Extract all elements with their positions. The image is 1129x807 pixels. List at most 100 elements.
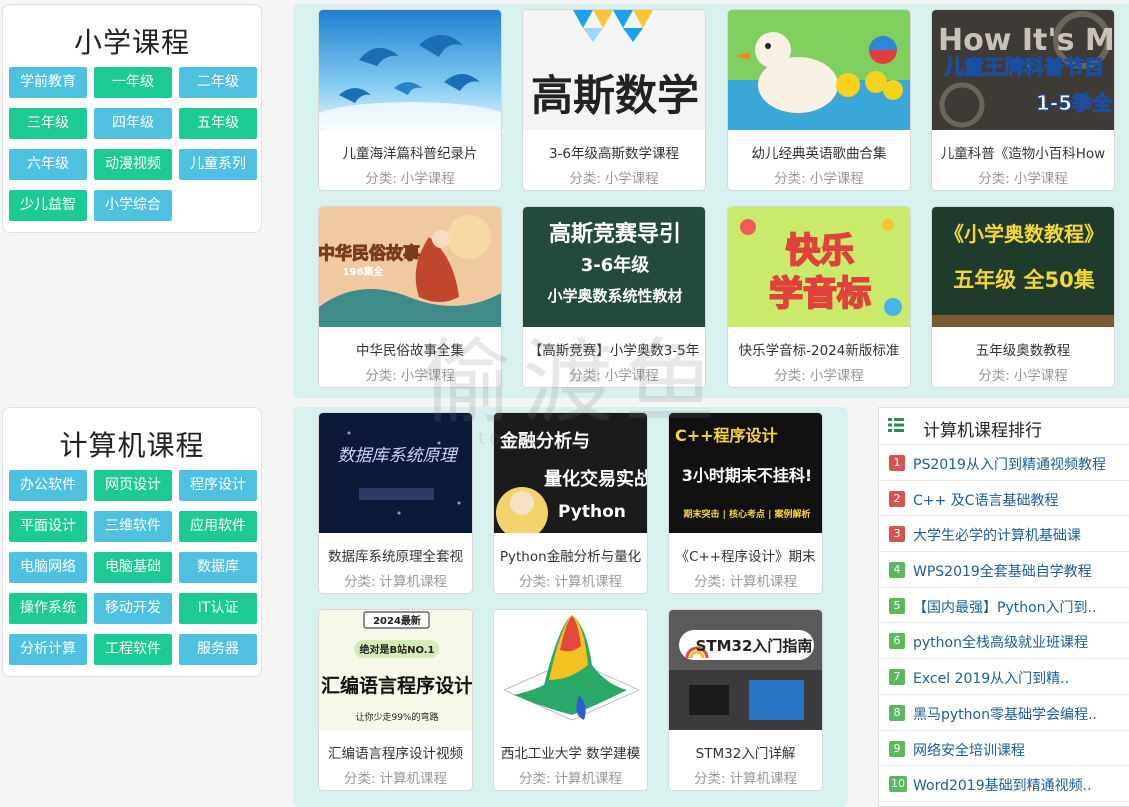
course-title: 3-6年级高斯数学课程: [548, 146, 680, 162]
thumbnail-text: C++程序设计: [675, 426, 778, 445]
ranking-item[interactable]: 6 python全栈高级就业班课程: [879, 623, 1129, 660]
course-card[interactable]: 西北工业大学 数学建模 分类: 计算机课程: [493, 609, 648, 791]
tag-office-software[interactable]: 办公软件: [9, 470, 87, 501]
rank-number: 10: [889, 776, 907, 793]
course-thumbnail: [319, 10, 501, 130]
rank-number: 4: [889, 562, 905, 579]
thumbnail-text: How It's Made: [938, 23, 1114, 58]
rank-link[interactable]: 网络安全培训课程: [913, 740, 1129, 760]
course-card[interactable]: How It's Made 儿童王牌科普节目 1-5季全 儿童科普《造物小百科H…: [931, 9, 1115, 191]
tag-graphic-design[interactable]: 平面设计: [9, 511, 87, 542]
rank-number: 5: [889, 597, 905, 614]
ranking-item[interactable]: 3 大学生必学的计算机基础课: [879, 516, 1129, 553]
course-card[interactable]: 金融分析与 量化交易实战 Python Python金融分析与量化 分类: 计算机…: [493, 412, 648, 594]
rank-number: 9: [889, 740, 905, 757]
course-thumbnail: C++程序设计 3小时期末不挂科! 期末突击 | 核心考点 | 案例解析: [669, 413, 822, 533]
thumbnail-text: 快乐: [786, 231, 854, 271]
tag-3d-software[interactable]: 三维软件: [94, 511, 172, 542]
tag-children-series[interactable]: 儿童系列: [179, 149, 257, 180]
course-title: 儿童海洋篇科普纪录片: [342, 146, 478, 162]
course-card[interactable]: 《小学奥数教程》 五年级 全50集 五年级奥数教程 分类: 小学课程: [931, 206, 1115, 388]
ranking-item[interactable]: 2 C++ 及C语言基础教程: [879, 481, 1129, 517]
tag-anime-video[interactable]: 动漫视频: [94, 149, 172, 180]
ranking-item[interactable]: 5 【国内最强】Python入门到..: [879, 588, 1129, 624]
course-thumbnail: How It's Made 儿童王牌科普节目 1-5季全: [932, 10, 1114, 130]
course-thumbnail: [494, 610, 647, 730]
tag-operating-system[interactable]: 操作系统: [9, 593, 87, 624]
primary-tag-grid: 学前教育 一年级 二年级 三年级 四年级 五年级 六年级 动漫视频 儿童系列 少…: [3, 67, 261, 233]
course-category: 分类: 计算机课程: [343, 771, 448, 787]
course-card[interactable]: 高斯竞赛导引 3-6年级 小学奥数系统性教材 【高斯竞赛】小学奥数3-5年 分类…: [522, 206, 706, 388]
course-category: 分类: 小学课程: [365, 171, 455, 187]
ranking-title: 计算机课程排行: [923, 421, 1042, 441]
course-thumbnail: [728, 10, 910, 130]
course-card[interactable]: 2024最新 绝对是B站NO.1 汇编语言程序设计 让你少走99%的弯路 汇编语…: [318, 609, 473, 791]
rank-link[interactable]: Excel 2019从入门到精..: [913, 668, 1129, 688]
list-icon: [888, 418, 904, 432]
rank-link[interactable]: PS2019从入门到精通视频教程: [913, 454, 1129, 474]
rank-link[interactable]: C++ 及C语言基础教程: [913, 490, 1129, 510]
tag-applications[interactable]: 应用软件: [179, 511, 257, 542]
ranking-item[interactable]: 4 WPS2019全套基础自学教程: [879, 552, 1129, 588]
tag-programming[interactable]: 程序设计: [179, 470, 257, 501]
tag-grade-1[interactable]: 一年级: [94, 67, 172, 98]
rank-link[interactable]: WPS2019全套基础自学教程: [913, 561, 1129, 581]
rank-link[interactable]: python全栈高级就业班课程: [913, 632, 1129, 652]
course-category: 分类: 计算机课程: [693, 574, 798, 590]
tag-analysis-computing[interactable]: 分析计算: [9, 634, 87, 665]
course-title: 幼儿经典英语歌曲合集: [751, 146, 887, 162]
thumbnail-text: 2024最新: [373, 614, 421, 627]
tag-it-certification[interactable]: IT认证: [179, 593, 257, 624]
rank-number: 6: [889, 633, 905, 650]
course-title: 五年级奥数教程: [975, 343, 1071, 359]
course-title: 汇编语言程序设计视频: [328, 746, 463, 762]
course-card[interactable]: C++程序设计 3小时期末不挂科! 期末突击 | 核心考点 | 案例解析 《C+…: [668, 412, 823, 594]
thumbnail-text: 让你少走99%的弯路: [355, 711, 438, 723]
course-title: 西北工业大学 数学建模: [500, 746, 641, 762]
course-card[interactable]: 数据库系统原理 数据库系统原理全套视 分类: 计算机课程: [318, 412, 473, 594]
course-card[interactable]: 中华民俗故事 196集全 中华民俗故事全集 分类: 小学课程: [318, 206, 502, 388]
ranking-item[interactable]: 8 黑马python零基础学会编程..: [879, 695, 1129, 731]
course-card[interactable]: 高斯数学 3-6年级高斯数学课程 分类: 小学课程: [522, 9, 706, 191]
rank-link[interactable]: Word2019基础到精通视频..: [913, 775, 1129, 795]
ranking-item[interactable]: 7 Excel 2019从入门到精..: [879, 659, 1129, 695]
course-thumbnail: 数据库系统原理: [319, 413, 472, 533]
course-card[interactable]: 儿童海洋篇科普纪录片 分类: 小学课程: [318, 9, 502, 191]
course-thumbnail: STM32入门指南: [669, 610, 822, 730]
thumbnail-text: 绝对是B站NO.1: [359, 643, 434, 656]
tag-grade-2[interactable]: 二年级: [179, 67, 257, 98]
rank-link[interactable]: 大学生必学的计算机基础课: [913, 525, 1129, 545]
tag-database[interactable]: 数据库: [179, 552, 257, 583]
tag-engineering-software[interactable]: 工程软件: [94, 634, 172, 665]
ranking-item[interactable]: 1 PS2019从入门到精通视频教程: [879, 445, 1129, 481]
tag-grade-6[interactable]: 六年级: [9, 149, 87, 180]
tag-preschool[interactable]: 学前教育: [9, 67, 87, 98]
thumbnail-text: STM32入门指南: [696, 637, 813, 655]
course-thumbnail: 高斯数学: [523, 10, 705, 130]
computer-tag-grid: 办公软件 网页设计 程序设计 平面设计 三维软件 应用软件 电脑网络 电脑基础 …: [3, 470, 261, 677]
computer-ranking-panel: 计算机课程排行 1 PS2019从入门到精通视频教程 2 C++ 及C语言基础教程 …: [878, 407, 1129, 807]
course-card[interactable]: STM32入门指南 STM32入门详解 分类: 计算机课程: [668, 609, 823, 791]
tag-primary-general[interactable]: 小学综合: [94, 190, 172, 221]
tag-grade-3[interactable]: 三年级: [9, 108, 87, 139]
course-card[interactable]: 幼儿经典英语歌曲合集 分类: 小学课程: [727, 9, 911, 191]
tag-computer-basics[interactable]: 电脑基础: [94, 552, 172, 583]
course-category: 分类: 小学课程: [569, 171, 659, 187]
tag-web-design[interactable]: 网页设计: [94, 470, 172, 501]
tag-grade-4[interactable]: 四年级: [94, 108, 172, 139]
tag-server[interactable]: 服务器: [179, 634, 257, 665]
course-category: 分类: 计算机课程: [518, 771, 623, 787]
tag-mobile-dev[interactable]: 移动开发: [94, 593, 172, 624]
thumbnail-text: Python: [558, 502, 626, 522]
course-category: 分类: 小学课程: [978, 368, 1068, 384]
course-title: 中华民俗故事全集: [356, 343, 464, 359]
ranking-item[interactable]: 9 网络安全培训课程: [879, 731, 1129, 767]
tag-grade-5[interactable]: 五年级: [179, 108, 257, 139]
course-card[interactable]: 快乐 学音标 快乐学音标-2024新版标准 分类: 小学课程: [727, 206, 911, 388]
course-category: 分类: 小学课程: [365, 368, 455, 384]
tag-kids-puzzle[interactable]: 少儿益智: [9, 190, 87, 221]
rank-link[interactable]: 黑马python零基础学会编程..: [913, 704, 1129, 724]
rank-link[interactable]: 【国内最强】Python入门到..: [913, 597, 1129, 617]
tag-networking[interactable]: 电脑网络: [9, 552, 87, 583]
course-thumbnail: 快乐 学音标: [728, 207, 910, 327]
